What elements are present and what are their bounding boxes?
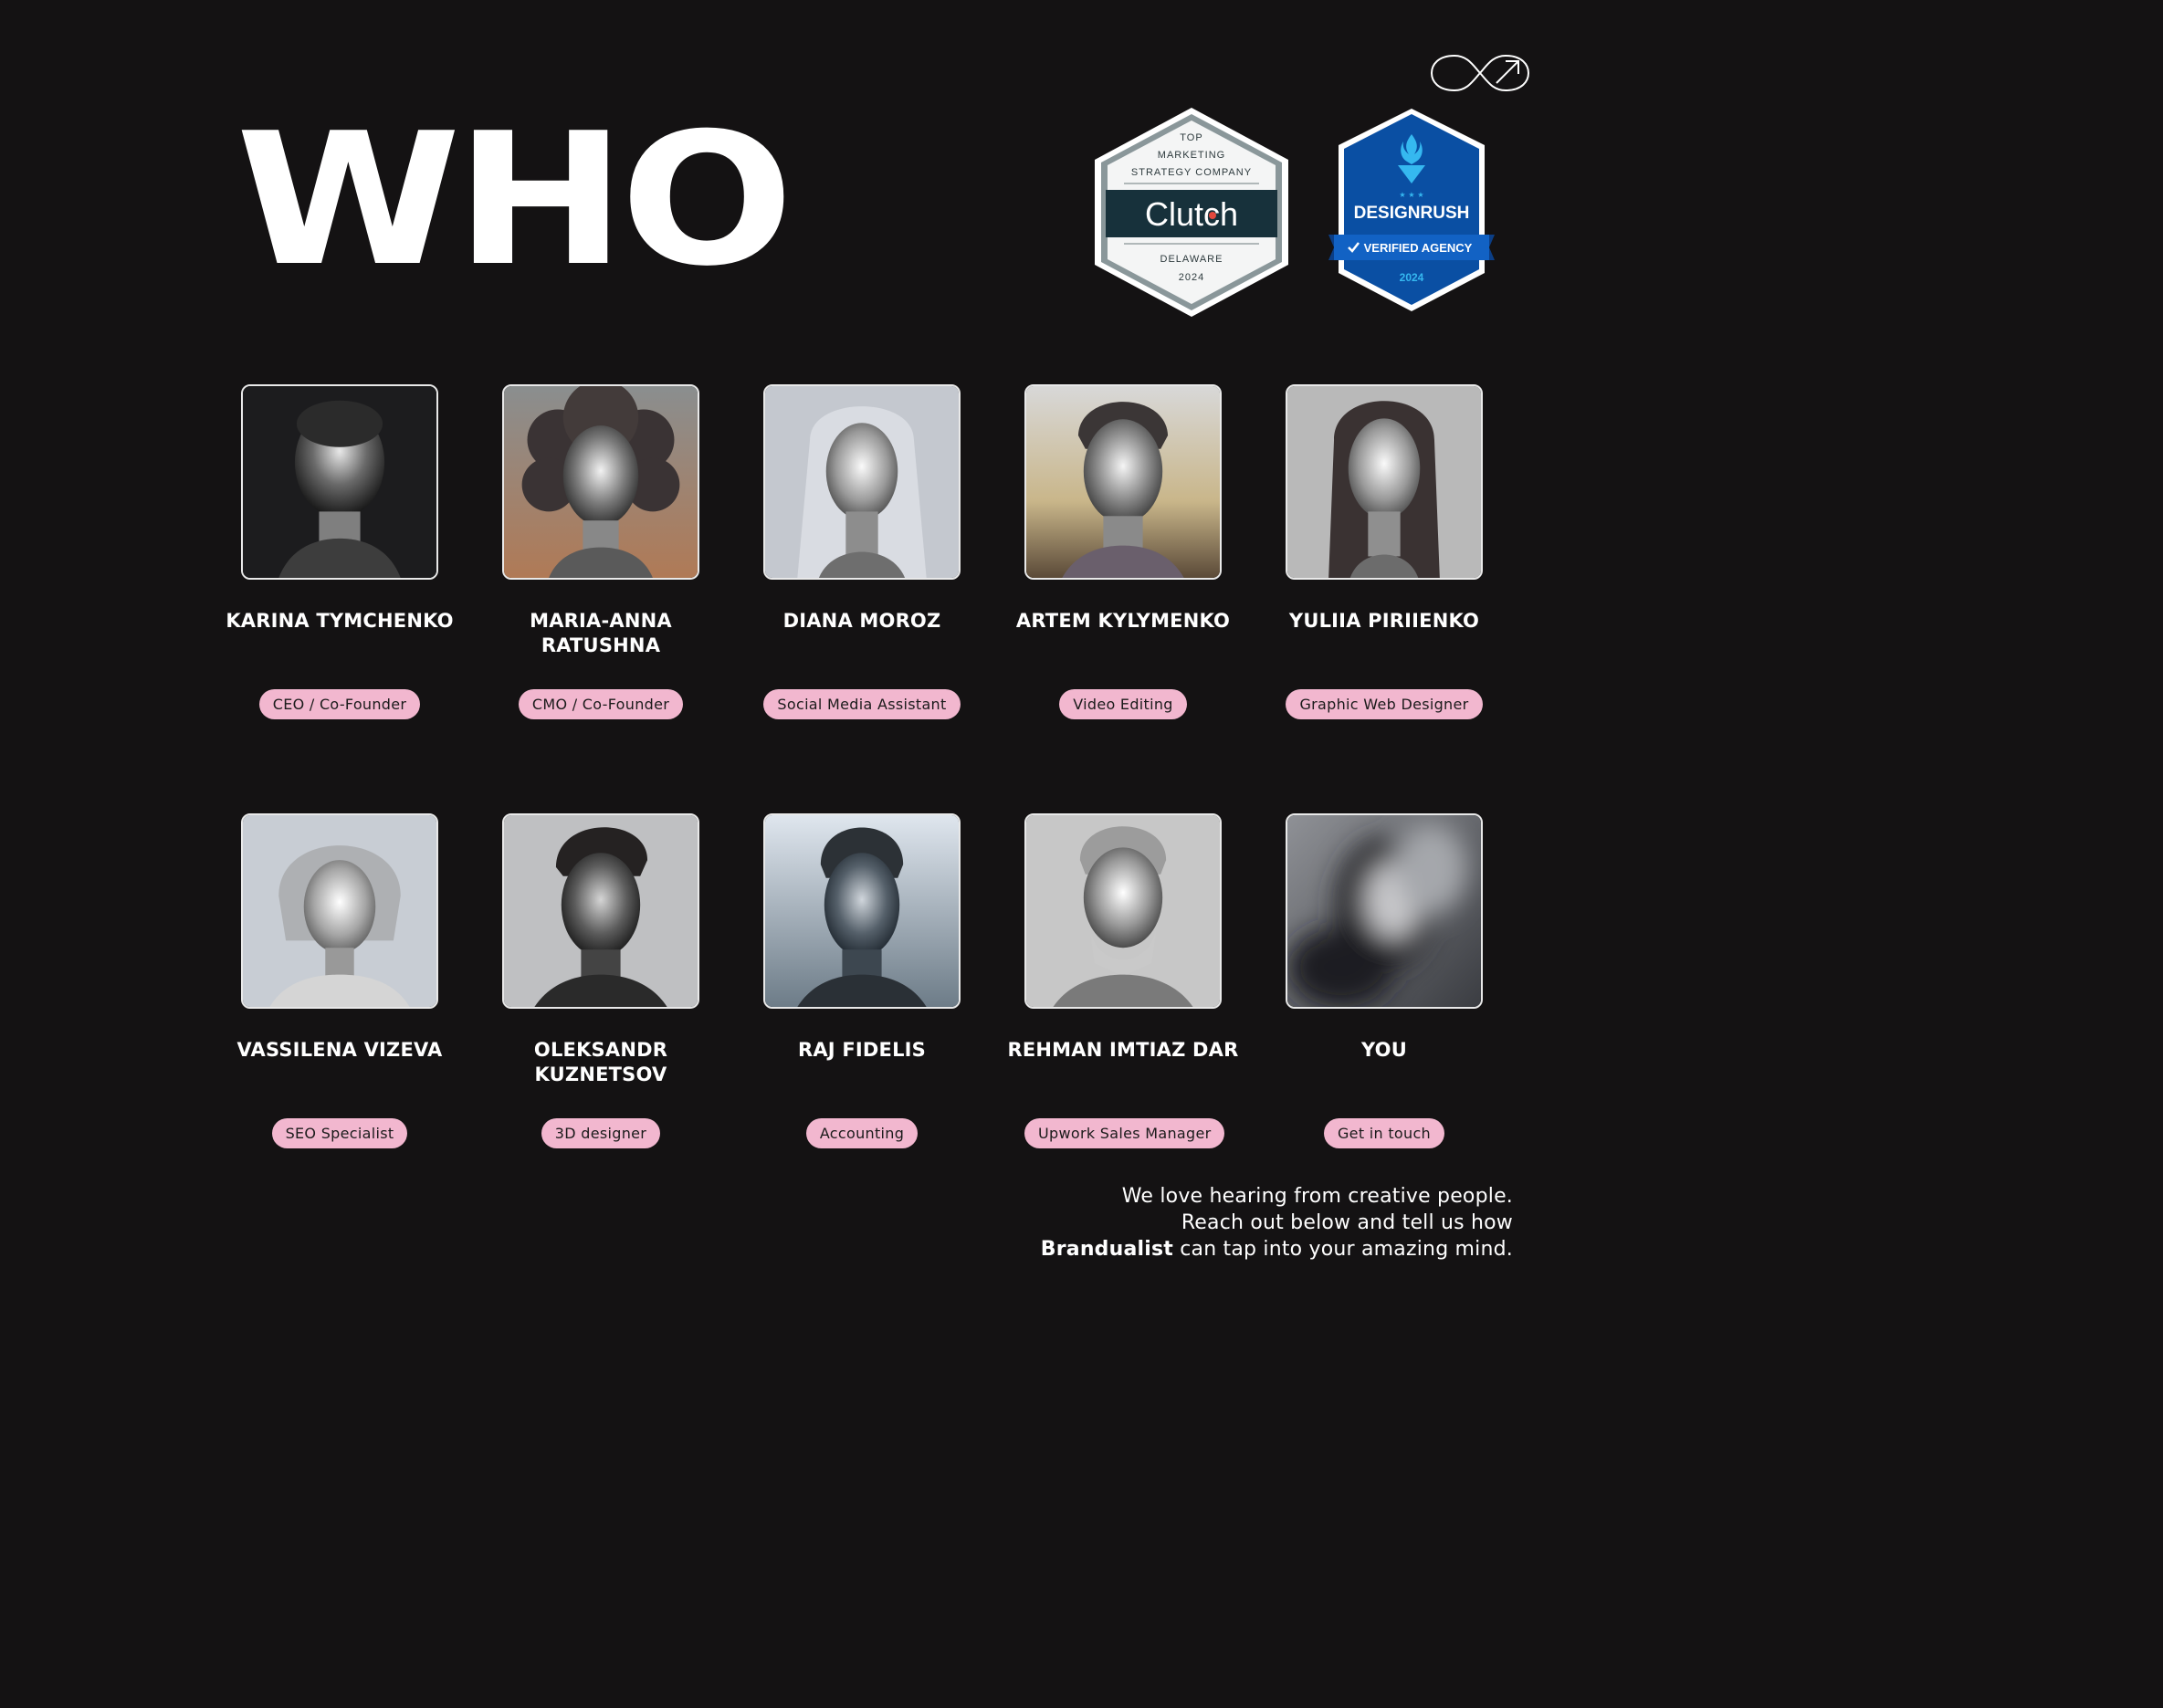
member-name: YOU: [1361, 1039, 1407, 1061]
svg-text:★: ★: [1399, 191, 1405, 199]
svg-text:★: ★: [1417, 191, 1423, 199]
member-portrait: [241, 384, 438, 580]
member-name: KARINA TYMCHENKO: [226, 610, 454, 632]
member-role-pill[interactable]: Accounting: [805, 1118, 919, 1148]
clutch-line1: TOP: [1180, 132, 1202, 143]
member-portrait: [1024, 813, 1222, 1009]
member-name: OLEKSANDR KUZNETSOV: [533, 1039, 668, 1085]
member-portrait: [1286, 813, 1483, 1009]
get-in-touch-button[interactable]: Get in touch: [1323, 1118, 1444, 1148]
member-portrait: [763, 384, 961, 580]
member-role-pill[interactable]: SEO Specialist: [271, 1118, 408, 1148]
member-portrait: [1024, 384, 1222, 580]
designrush-year: 2024: [1400, 271, 1424, 284]
clutch-location: DELAWARE: [1160, 254, 1223, 265]
member-name: YULIIA PIRIIENKO: [1288, 610, 1480, 632]
member-role-pill[interactable]: Graphic Web Designer: [1286, 689, 1483, 719]
member-portrait: [502, 384, 699, 580]
clutch-line2: MARKETING: [1158, 150, 1225, 161]
member-portrait: [502, 813, 699, 1009]
clutch-line3: STRATEGY COMPANY: [1131, 167, 1252, 178]
member-name: REHMAN IMTIAZ DAR: [1007, 1039, 1239, 1061]
page-title: WHO: [236, 94, 794, 307]
contact-blurb: We love hearing from creative people. Re…: [1038, 1183, 1513, 1263]
infinity-arrow-icon[interactable]: [1429, 50, 1531, 96]
member-role-pill[interactable]: CMO / Co-Founder: [518, 689, 684, 719]
clutch-badge[interactable]: TOP MARKETING STRATEGY COMPANY Clutch DE…: [1091, 105, 1292, 320]
designrush-ribbon: VERIFIED AGENCY: [1364, 241, 1473, 255]
member-portrait: [241, 813, 438, 1009]
member-name: VASSILENA VIZEVA: [236, 1039, 443, 1061]
member-name: MARIA-ANNA RATUSHNA: [530, 610, 672, 656]
blurb-line-2: Reach out below and tell us how: [1181, 1211, 1513, 1234]
member-role-pill[interactable]: CEO / Co-Founder: [258, 689, 421, 719]
member-role-pill[interactable]: Upwork Sales Manager: [1024, 1118, 1225, 1148]
designrush-name: DESIGNRUSH: [1354, 204, 1470, 223]
member-name: DIANA MOROZ: [782, 610, 941, 632]
member-role-pill[interactable]: Social Media Assistant: [763, 689, 961, 719]
member-role-pill[interactable]: Video Editing: [1059, 689, 1187, 719]
blurb-line-1: We love hearing from creative people.: [1121, 1185, 1513, 1208]
member-role-pill[interactable]: 3D designer: [541, 1118, 661, 1148]
blurb-line-3: Brandualist can tap into your amazing mi…: [1038, 1236, 1513, 1263]
member-name: ARTEM KYLYMENKO: [1015, 610, 1231, 632]
svg-text:★: ★: [1408, 191, 1414, 199]
member-portrait: [763, 813, 961, 1009]
page: WHO TOP MARKETING STRATEGY COMPANY Clutc…: [0, 0, 2163, 1708]
clutch-year: 2024: [1179, 272, 1204, 283]
brand-name: Brandualist: [1040, 1238, 1174, 1261]
clutch-name: Clutch: [1145, 195, 1238, 233]
member-name: RAJ FIDELIS: [797, 1039, 926, 1061]
designrush-badge[interactable]: ★ ★ ★ DESIGNRUSH VERIFIED AGENCY 2024: [1328, 107, 1495, 313]
blurb-line-3-rest: can tap into your amazing mind.: [1173, 1238, 1513, 1261]
member-portrait: [1286, 384, 1483, 580]
